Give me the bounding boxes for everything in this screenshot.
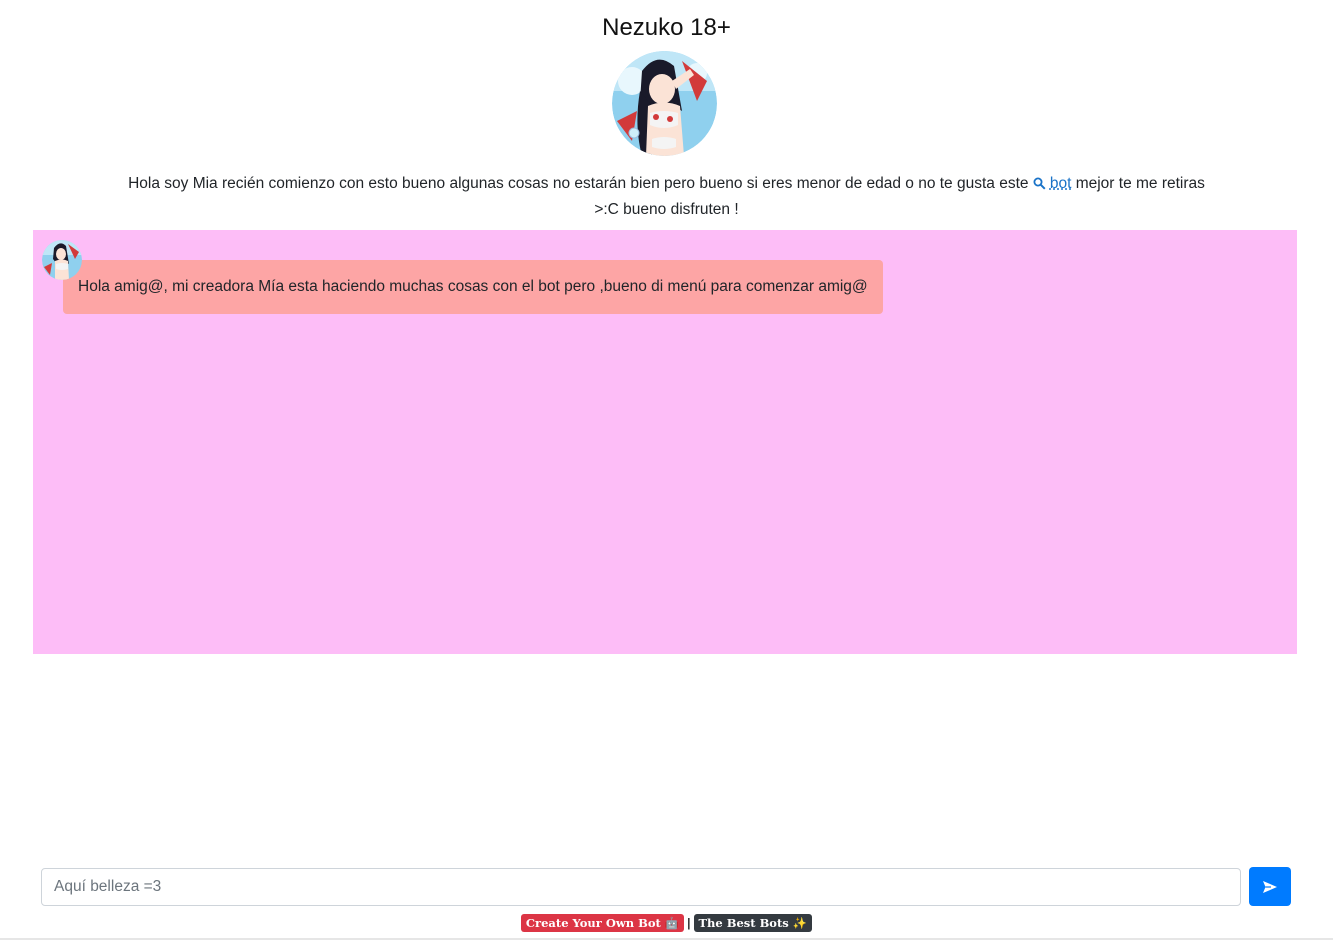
bot-message-bubble: Hola amig@, mi creadora Mía esta haciend… — [63, 260, 883, 314]
message-input[interactable] — [41, 868, 1241, 906]
best-bots-link[interactable]: The Best Bots ✨ — [693, 914, 813, 932]
avatar-illustration — [612, 51, 717, 156]
footer: Create Your Own Bot 🤖 | The Best Bots ✨ — [0, 914, 1333, 932]
send-icon — [1263, 880, 1277, 893]
bot-profile-avatar — [612, 51, 717, 156]
create-your-own-bot-link[interactable]: Create Your Own Bot 🤖 — [520, 914, 685, 932]
avatar-illustration-small — [42, 240, 82, 280]
search-icon — [1033, 174, 1046, 198]
send-button[interactable] — [1249, 867, 1291, 906]
bot-link[interactable]: bot — [1050, 175, 1072, 192]
bot-message-avatar — [42, 240, 82, 280]
footer-separator: | — [687, 916, 691, 930]
page-title: Nezuko 18+ — [602, 14, 731, 41]
description-text-before: Hola soy Mia recién comienzo con esto bu… — [128, 175, 1033, 192]
page: Nezuko 18+ Hola soy Mia recién comienzo … — [0, 0, 1333, 940]
bot-description: Hola soy Mia recién comienzo con esto bu… — [120, 172, 1213, 222]
